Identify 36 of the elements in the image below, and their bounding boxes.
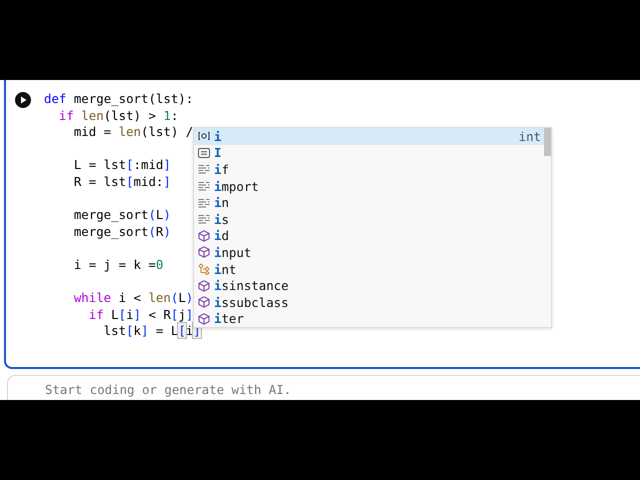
type-detail: int <box>518 128 541 144</box>
variable-icon <box>198 130 210 142</box>
code-line: def merge_sort(lst): <box>44 91 194 108</box>
class-icon <box>198 263 210 276</box>
code-line: if L[i] < R[j] <box>88 306 194 324</box>
suggestion-item[interactable]: is <box>194 210 551 228</box>
suggestion-item[interactable]: iter <box>194 310 551 328</box>
keyword-icon <box>198 180 210 192</box>
keyword-icon <box>198 196 210 209</box>
constant-icon <box>198 146 210 159</box>
suggestion-item[interactable]: in <box>194 194 551 211</box>
code-line: merge_sort(R) <box>72 224 172 240</box>
cube-icon <box>198 230 210 242</box>
code-line: L = lst[:mid] <box>72 157 172 174</box>
code-line: while i < len(L) <box>72 290 194 307</box>
suggestion-item[interactable]: isinstance <box>194 277 551 294</box>
suggestion-item[interactable]: int <box>194 260 551 278</box>
suggestion-item[interactable]: I <box>194 144 551 162</box>
cube-icon <box>198 280 210 292</box>
suggestion-item[interactable]: issubclass <box>194 294 551 311</box>
keyword-icon <box>198 213 210 226</box>
run-button[interactable] <box>15 92 31 108</box>
suggestion-item[interactable]: input <box>194 244 551 261</box>
code-line: R = lst[mid:] <box>72 174 172 191</box>
code-line: mid = len(lst) / <box>72 124 194 141</box>
suggestion-item[interactable]: id <box>194 228 551 244</box>
cube-icon <box>198 246 210 258</box>
code-line: merge_sort(L) <box>72 207 172 224</box>
cube-icon <box>198 312 210 325</box>
code-line: if len(lst) > 1: <box>58 108 180 124</box>
suggestion-item[interactable]: if <box>194 161 551 178</box>
code-line: i = j = k =0 <box>72 256 164 274</box>
keyword-icon <box>198 163 210 176</box>
scrollbar-thumb[interactable] <box>544 128 551 156</box>
cube-icon <box>198 296 210 308</box>
suggestion-item[interactable]: import <box>194 178 551 194</box>
